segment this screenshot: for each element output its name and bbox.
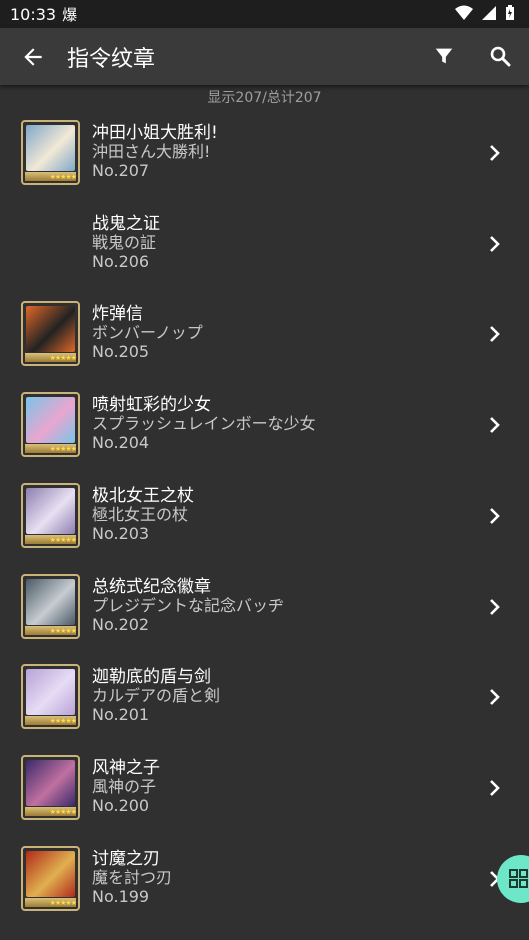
- item-number: No.204: [92, 433, 150, 453]
- item-number: No.206: [92, 251, 150, 271]
- signal-icon: [482, 6, 496, 20]
- item-number: No.200: [92, 795, 150, 815]
- search-icon[interactable]: [488, 44, 512, 68]
- item-name-cn: 迦勒底的盾与剑: [92, 667, 211, 688]
- item-name-cn: 讨魔之刃: [92, 848, 160, 869]
- list-item[interactable]: ★★★★★ 迦勒底的盾与剑 カルデアの盾と剣 No.201: [0, 664, 529, 754]
- rarity-stars: ★★★★★: [49, 807, 77, 816]
- card-art: [26, 397, 75, 444]
- item-name-jp: 戦鬼の証: [92, 232, 157, 252]
- rarity-stars: ★★★★★: [49, 535, 77, 544]
- rarity-stars: ★★★★★: [49, 626, 77, 635]
- card-art: [26, 306, 75, 353]
- chevron-right-icon[interactable]: [486, 596, 504, 618]
- filter-icon[interactable]: [433, 45, 455, 67]
- item-number: No.205: [92, 342, 150, 362]
- page-title: 指令纹章: [67, 47, 156, 72]
- item-number: No.201: [92, 705, 150, 725]
- craft-essence-thumbnail: ★★★★★: [21, 482, 80, 548]
- craft-essence-thumbnail: ★★★★★: [21, 301, 80, 367]
- battery-icon: [506, 5, 514, 20]
- craft-essence-thumbnail: ★★★★★: [21, 573, 80, 639]
- card-art: [26, 850, 75, 897]
- chevron-right-icon[interactable]: [486, 414, 504, 436]
- item-name-jp: 沖田さん大勝利!: [92, 142, 211, 161]
- item-name-cn: 喷射虹彩的少女: [92, 395, 211, 416]
- rarity-stars: ★★★★★: [49, 354, 77, 363]
- back-arrow-icon[interactable]: [20, 44, 46, 70]
- chevron-right-icon[interactable]: [486, 686, 504, 708]
- list-item[interactable]: ★★★★★ 总统式纪念徽章 プレジデントな記念バッヂ No.202: [0, 573, 529, 664]
- craft-essence-thumbnail: ★★★★★: [21, 120, 80, 185]
- app-bar: 指令纹章: [0, 28, 529, 85]
- chevron-right-icon[interactable]: [486, 505, 504, 527]
- list-item[interactable]: 战鬼之证 戦鬼の証 No.206: [0, 211, 529, 301]
- wifi-icon: [455, 5, 473, 20]
- grid-icon: [509, 869, 528, 888]
- list-item[interactable]: ★★★★★ 风神之子 風神の子 No.200: [0, 754, 529, 845]
- item-name-cn: 极北女王之杖: [92, 485, 194, 506]
- item-name-jp: カルデアの盾と剣: [92, 686, 221, 706]
- chevron-right-icon[interactable]: [486, 777, 504, 799]
- item-number: No.199: [92, 886, 150, 906]
- item-name-jp: 魔を討つ刃: [92, 867, 173, 887]
- craft-essence-thumbnail: ★★★★★: [21, 754, 80, 820]
- craft-essence-thumbnail: ★★★★★: [21, 845, 80, 911]
- item-name-cn: 战鬼之证: [92, 213, 160, 234]
- list-item[interactable]: ★★★★★ 讨魔之刃 魔を討つ刃 No.199: [0, 845, 529, 936]
- item-number: No.202: [92, 614, 150, 634]
- list-item[interactable]: ★★★★★ 极北女王之杖 極北女王の杖 No.203: [0, 482, 529, 573]
- card-art: [26, 759, 75, 806]
- list-item[interactable]: ★★★★★ 喷射虹彩的少女 スプラッシュレインボーな少女 No.204: [0, 392, 529, 482]
- item-name-cn: 冲田小姐大胜利!: [92, 123, 218, 143]
- item-name-jp: プレジデントな記念バッヂ: [92, 595, 285, 615]
- item-name-jp: 極北女王の杖: [92, 504, 189, 524]
- item-name-cn: 炸弹信: [92, 304, 143, 325]
- result-summary: 显示207/总计207: [207, 90, 322, 106]
- rarity-stars: ★★★★★: [49, 717, 77, 726]
- item-name-cn: 总统式纪念徽章: [92, 576, 211, 597]
- chevron-right-icon[interactable]: [486, 323, 504, 345]
- chevron-right-icon[interactable]: [486, 233, 504, 255]
- item-name-jp: 風神の子: [92, 776, 157, 796]
- status-bar: 10:33 爆: [0, 0, 529, 28]
- chevron-right-icon[interactable]: [486, 142, 504, 164]
- card-art: [26, 669, 75, 716]
- item-name-cn: 风神之子: [92, 757, 160, 778]
- item-name-jp: ボンバーノップ: [92, 323, 203, 343]
- craft-essence-thumbnail: ★★★★★: [21, 392, 80, 458]
- craft-essence-thumbnail: ★★★★★: [21, 664, 80, 730]
- status-time: 10:33: [10, 4, 57, 24]
- list-item[interactable]: ★★★★★ 炸弹信 ボンバーノップ No.205: [0, 301, 529, 391]
- card-art: [26, 125, 75, 171]
- card-art: [26, 578, 75, 625]
- list-item[interactable]: ★★★★★ 冲田小姐大胜利! 沖田さん大勝利! No.207: [0, 120, 529, 210]
- rarity-stars: ★★★★★: [49, 173, 77, 181]
- item-number: No.203: [92, 523, 150, 543]
- card-art: [26, 487, 75, 534]
- item-name-jp: スプラッシュレインボーな少女: [92, 414, 316, 434]
- notification-icon: 爆: [62, 5, 78, 24]
- rarity-stars: ★★★★★: [49, 445, 77, 454]
- item-number: No.207: [92, 161, 150, 180]
- rarity-stars: ★★★★★: [49, 898, 77, 907]
